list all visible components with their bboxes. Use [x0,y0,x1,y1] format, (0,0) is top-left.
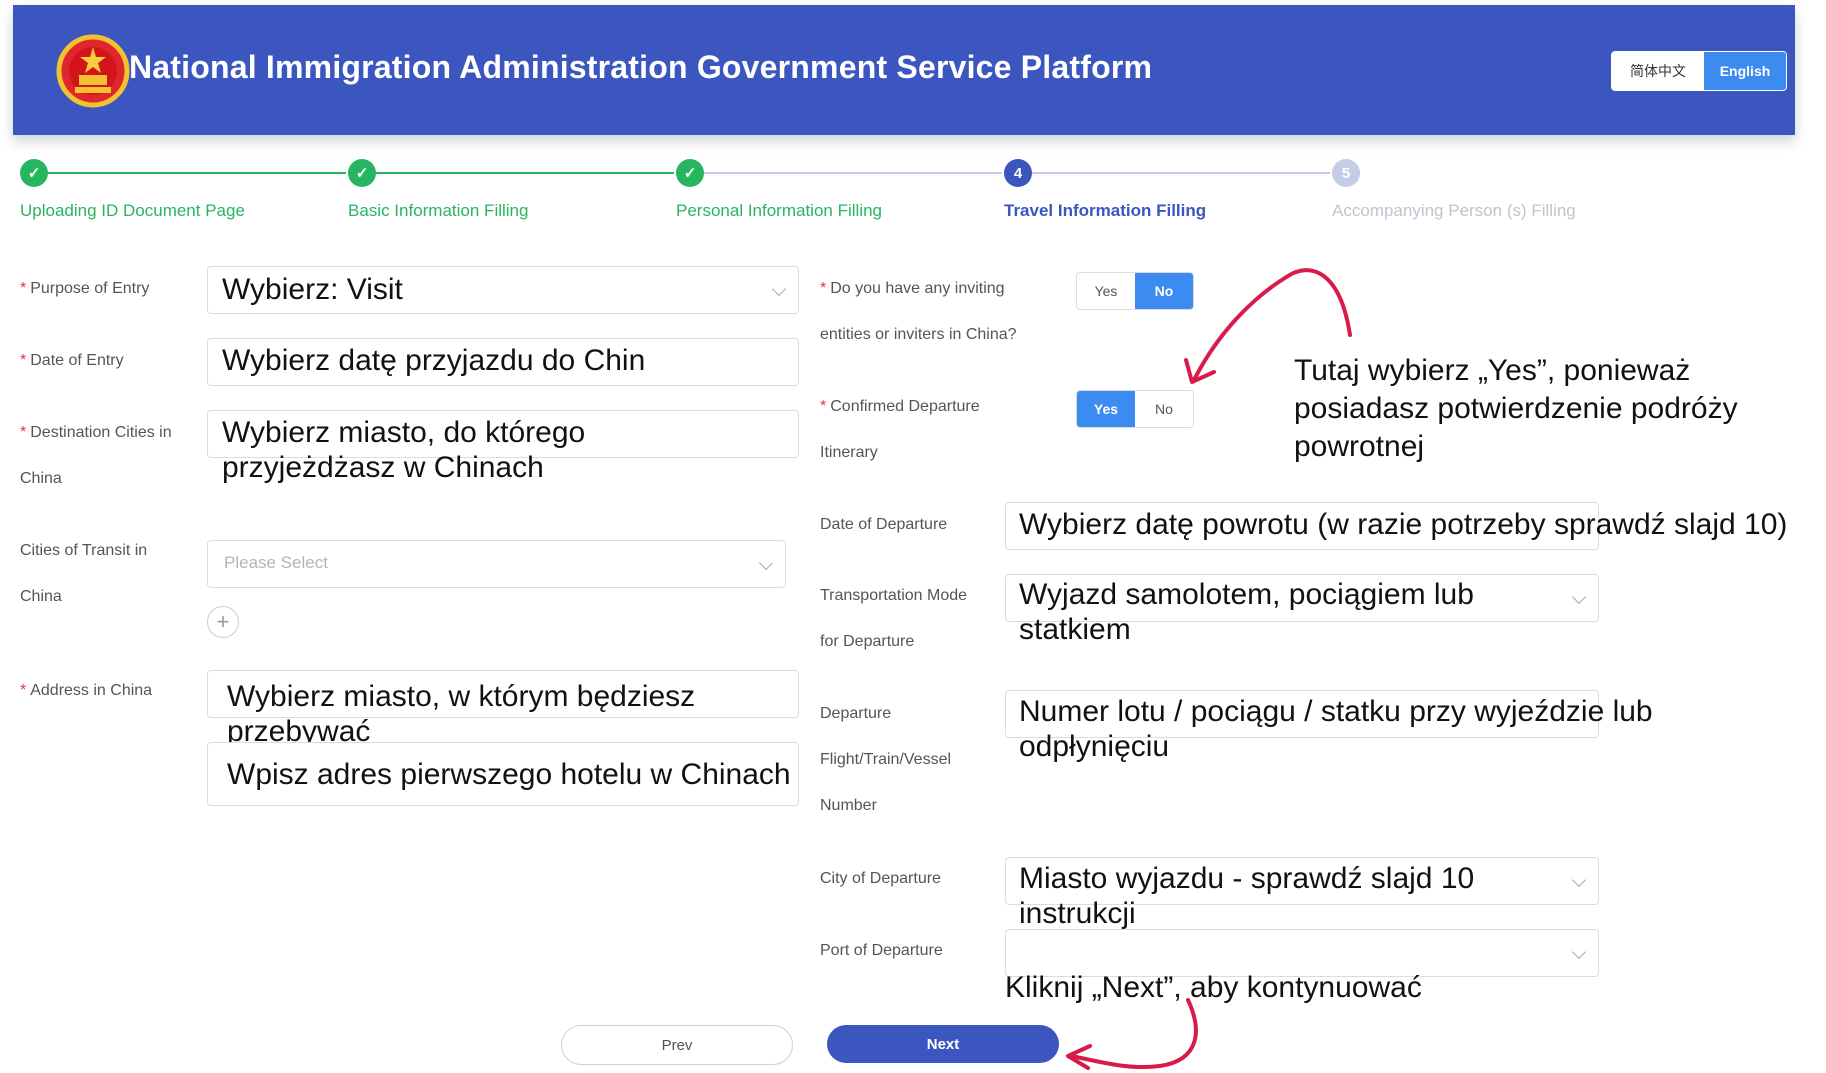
transport-label: Transportation Mode [820,587,968,604]
arrowhead-confirmed-yes [1184,358,1216,384]
arrow-to-next [1070,998,1198,1070]
address-city-value: Wybierz miasto, w którym będziesz przeby… [227,680,696,748]
app-header: National Immigration Administration Gove… [13,5,1795,135]
lang-chinese-button[interactable]: 简体中文 [1612,52,1704,90]
step-1-label: Uploading ID Document Page [20,201,245,220]
city-departure-label: City of Departure [820,870,941,887]
address-detail-value: Wpisz adres pierwszego hotelu w Chinach [227,758,791,791]
step-4-number: 4 [1004,159,1032,187]
chevron-down-icon [1571,589,1587,605]
confirmed-label-line2: Itinerary [820,444,878,461]
confirmed-label: * Confirmed Departure [820,398,980,415]
prev-button[interactable]: Prev [561,1025,793,1065]
confirmed-toggle: Yes No [1076,390,1194,428]
step-1-check-icon: ✓ [20,159,48,187]
flight-number-label: Departure [820,705,892,722]
step-connector [48,172,346,174]
step-3-check-icon: ✓ [676,159,704,187]
confirmed-yes-option[interactable]: Yes [1077,391,1135,427]
step-connector [704,172,1002,174]
flight-number-value: Numer lotu / pociągu / statku przy wyjeź… [1019,695,1653,763]
date-entry-value: Wybierz datę przyjazdu do Chin [222,344,646,377]
yes-annotation: Tutaj wybierz „Yes”, ponieważ posiadasz … [1294,354,1738,463]
step-3-label: Personal Information Filling [676,201,882,220]
flight-number-label-line3: Number [820,797,877,814]
inviting-label: * Do you have any inviting [820,280,1005,297]
flight-number-label-line2: Flight/Train/Vessel [820,751,952,768]
purpose-label: * Purpose of Entry [20,280,150,297]
arrowhead-next [1066,1044,1092,1070]
destination-label: * Destination Cities in [20,424,172,441]
date-departure-label: Date of Departure [820,516,948,533]
address-label: * Address in China [20,682,153,699]
transport-mode-value: Wyjazd samolotem, pociągiem lub statkiem [1019,578,1474,646]
step-2-check-icon: ✓ [348,159,376,187]
purpose-value: Wybierz: Visit [222,273,403,306]
destination-label-line2: China [20,470,62,487]
date-entry-label: * Date of Entry [20,352,124,369]
lang-english-button[interactable]: English [1704,52,1786,90]
chevron-down-icon [758,555,774,571]
language-switcher: 简体中文 English [1611,51,1787,91]
destination-value: Wybierz miasto, do którego przyjeżdżasz … [222,416,586,484]
platform-title: National Immigration Administration Gove… [129,49,1153,85]
next-annotation: Kliknij „Next”, aby kontynuować [1005,971,1422,1004]
chevron-down-icon [771,281,787,297]
step-2-label: Basic Information Filling [348,201,529,220]
national-emblem-icon [56,34,130,108]
add-transit-city-button[interactable]: + [207,606,239,638]
inviting-label-line2: entities or inviters in China? [820,326,1017,343]
inviting-no-option[interactable]: No [1135,273,1193,309]
step-5-label: Accompanying Person (s) Filling [1332,201,1576,220]
transit-placeholder: Please Select [224,553,328,572]
next-button[interactable]: Next [827,1025,1059,1063]
inviting-toggle: Yes No [1076,272,1194,310]
chevron-down-icon [1571,872,1587,888]
confirmed-no-option[interactable]: No [1135,391,1193,427]
transport-label-line2: for Departure [820,633,915,650]
step-5-number: 5 [1332,159,1360,187]
date-departure-value: Wybierz datę powrotu (w razie potrzeby s… [1019,508,1788,541]
inviting-yes-option[interactable]: Yes [1077,273,1135,309]
transit-label-line2: China [20,588,62,605]
chevron-down-icon [1571,944,1587,960]
transit-label: Cities of Transit in [20,542,148,559]
step-connector [376,172,674,174]
port-departure-label: Port of Departure [820,942,943,959]
step-connector [1032,172,1330,174]
transit-select[interactable]: Please Select [207,540,786,588]
step-4-label: Travel Information Filling [1004,201,1207,220]
city-departure-value: Miasto wyjazdu - sprawdź slajd 10 instru… [1019,862,1475,930]
